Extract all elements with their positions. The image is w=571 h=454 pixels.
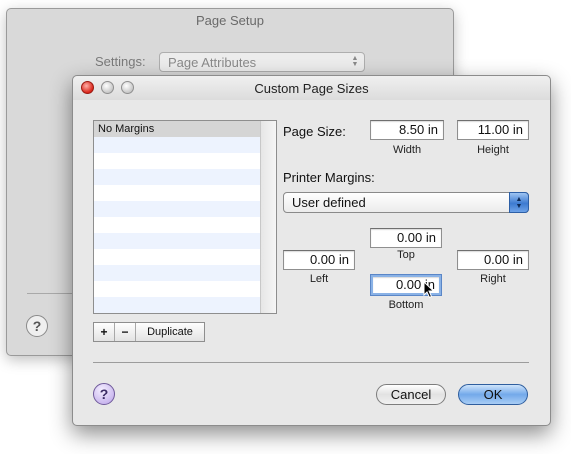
- help-button[interactable]: ?: [93, 383, 115, 405]
- width-field[interactable]: 8.50 in: [370, 120, 444, 140]
- page-size-label: Page Size:: [283, 124, 346, 139]
- title-bar: Custom Page Sizes: [73, 76, 550, 100]
- window-title: Custom Page Sizes: [254, 81, 369, 96]
- list-row-empty: [94, 169, 260, 185]
- list-row-empty: [94, 249, 260, 265]
- page-setup-title: Page Setup: [196, 13, 264, 28]
- mouse-pointer-icon: [423, 281, 435, 299]
- list-row-empty: [94, 217, 260, 233]
- right-margin-field[interactable]: 0.00 in: [457, 250, 529, 270]
- list-row-empty: [94, 233, 260, 249]
- left-margin-field[interactable]: 0.00 in: [283, 250, 355, 270]
- height-field[interactable]: 11.00 in: [457, 120, 529, 140]
- list-scrollbar[interactable]: [260, 121, 276, 313]
- cancel-button[interactable]: Cancel: [376, 384, 446, 405]
- help-button[interactable]: ?: [26, 315, 48, 337]
- list-row-empty: [94, 201, 260, 217]
- remove-button[interactable]: −: [115, 323, 136, 341]
- list-row-empty: [94, 281, 260, 297]
- top-margin-field[interactable]: 0.00 in: [370, 228, 442, 248]
- settings-popup-value: Page Attributes: [168, 55, 257, 70]
- bottom-margin-label: Bottom: [388, 299, 424, 311]
- add-button[interactable]: +: [94, 323, 115, 341]
- printer-margins-popup[interactable]: User defined ▲ ▼: [283, 192, 529, 213]
- popup-arrows-icon: ▲ ▼: [351, 55, 359, 68]
- list-item[interactable]: No Margins: [94, 121, 260, 137]
- height-label: Height: [477, 144, 509, 156]
- paper-size-list[interactable]: No Margins: [93, 120, 277, 314]
- top-margin-label: Top: [397, 249, 415, 261]
- custom-page-sizes-window: Custom Page Sizes No Margins + − Duplica…: [72, 75, 551, 426]
- list-row-empty: [94, 153, 260, 169]
- duplicate-button[interactable]: Duplicate: [136, 323, 204, 341]
- width-label: Width: [392, 144, 422, 156]
- settings-label: Settings:: [95, 54, 146, 69]
- printer-margins-value: User defined: [292, 195, 366, 210]
- left-margin-label: Left: [309, 273, 329, 285]
- list-row-empty: [94, 297, 260, 313]
- ok-button[interactable]: OK: [458, 384, 528, 405]
- popup-arrows-icon: ▲ ▼: [509, 192, 529, 213]
- divider: [93, 362, 529, 363]
- printer-margins-label: Printer Margins:: [283, 170, 375, 185]
- list-row-empty: [94, 265, 260, 281]
- list-row-empty: [94, 137, 260, 153]
- settings-popup[interactable]: Page Attributes ▲ ▼: [159, 52, 365, 72]
- right-margin-label: Right: [480, 273, 506, 285]
- list-row-empty: [94, 185, 260, 201]
- list-button-bar: + − Duplicate: [93, 322, 205, 342]
